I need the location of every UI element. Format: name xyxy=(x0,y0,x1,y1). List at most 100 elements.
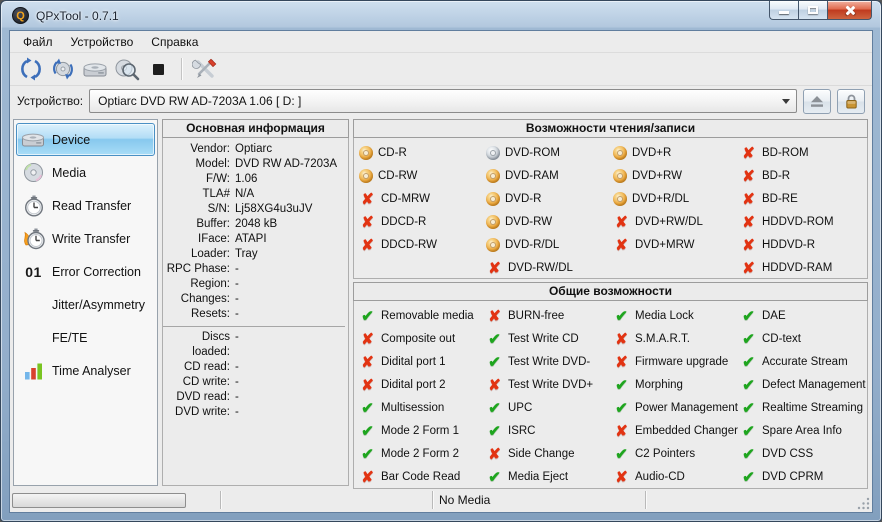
capability-item: Side Change xyxy=(486,442,613,465)
capability-item: BD-RE xyxy=(740,187,867,210)
info-row: DVD write: - xyxy=(163,405,345,420)
capability-item: DVD+R xyxy=(613,141,740,164)
info-row-value: - xyxy=(235,308,239,320)
info-row: IFace: ATAPI xyxy=(163,232,345,247)
info-row-value: Tray xyxy=(235,248,258,260)
capability-item: HDDVD-ROM xyxy=(740,210,867,233)
capability-label: BURN-free xyxy=(508,309,565,322)
sidebar-item-device[interactable]: Device xyxy=(16,123,155,156)
eject-button[interactable] xyxy=(803,88,831,114)
capability-item: DVD+RW/DL xyxy=(613,210,740,233)
capability-status-icon xyxy=(613,308,630,324)
rw-col-dvd-plus: DVD+R DVD+RW DVD+R/DL ✘ DVD+RW/DL ✘ DVD+… xyxy=(613,141,740,279)
capability-item: Didital port 1 xyxy=(359,350,486,373)
info-row-value: - xyxy=(235,331,239,343)
sidebar: Device Media Read Transfer Write Transfe… xyxy=(13,119,158,486)
capability-item: CD-text xyxy=(740,327,867,350)
scan-media-button[interactable] xyxy=(112,55,141,83)
capability-item: Composite out xyxy=(359,327,486,350)
titlebar[interactable]: Q QPxTool - 0.7.1 xyxy=(1,1,881,30)
capability-status-icon xyxy=(740,446,757,462)
capability-status-icon xyxy=(740,308,757,324)
capability-item: Mode 2 Form 1 xyxy=(359,419,486,442)
capability-label: Test Write CD xyxy=(508,332,579,345)
capabilities-column: Возможности чтения/записи CD-R CD-RW ✘ C… xyxy=(353,119,868,489)
capability-label: HDDVD-RAM xyxy=(762,261,833,274)
info-row-label: DVD read: xyxy=(176,391,230,403)
info-row-value: - xyxy=(235,293,239,305)
digits-01-icon: 01 xyxy=(25,263,42,280)
gen-col-2: BURN-free Test Write CD Test xyxy=(486,304,613,488)
sidebar-item-write-transfer[interactable]: Write Transfer xyxy=(16,222,155,255)
info-row: Discs loaded: - xyxy=(163,330,345,360)
preferences-button[interactable] xyxy=(190,55,219,83)
sidebar-item-time-analyser[interactable]: Time Analyser xyxy=(16,354,155,387)
capability-label: HDDVD-R xyxy=(762,238,816,251)
capability-status-icon xyxy=(486,145,500,160)
sidebar-item-error-correction[interactable]: 01 Error Correction xyxy=(16,255,155,288)
menu-item-device[interactable]: Устройство xyxy=(62,32,143,52)
capability-label: DVD-ROM xyxy=(505,146,560,159)
menu-item-file[interactable]: Файл xyxy=(14,32,62,52)
capability-label: DVD+R/DL xyxy=(632,192,690,205)
capability-item: DDCD-R xyxy=(359,210,486,233)
menu-item-help[interactable]: Справка xyxy=(142,32,207,52)
progress-bar xyxy=(12,492,186,508)
device-select-value: Optiarc DVD RW AD-7203A 1.06 [ D: ] xyxy=(98,94,302,108)
capability-label: BD-R xyxy=(762,169,791,182)
capability-item: CD-RW xyxy=(359,164,486,187)
info-row-label: Buffer: xyxy=(196,218,230,230)
info-row-value: Optiarc xyxy=(235,143,273,155)
capability-status-icon xyxy=(359,145,373,160)
sidebar-item-label: Time Analyser xyxy=(52,363,131,378)
gen-col-1: Removable media Composite out xyxy=(359,304,486,488)
close-button[interactable] xyxy=(827,1,872,20)
capability-item: DVD+MRW xyxy=(613,233,740,256)
capability-item: Accurate Stream xyxy=(740,350,867,373)
capability-status-icon xyxy=(359,400,376,416)
info-row-value: DVD RW AD-7203A xyxy=(235,158,338,170)
capability-status-icon xyxy=(613,331,630,347)
capability-status-icon xyxy=(740,423,757,439)
window-title: QPxTool - 0.7.1 xyxy=(36,8,119,23)
capability-status-icon xyxy=(613,237,630,253)
crossed-tools-icon xyxy=(191,58,216,78)
sidebar-item-read-transfer[interactable]: Read Transfer xyxy=(16,189,155,222)
gen-col-4: DAE CD-text Accurate Stream xyxy=(740,304,867,488)
capability-label: CD-text xyxy=(762,332,801,345)
sidebar-item-jitter-asymmetry[interactable]: Jitter/Asymmetry xyxy=(16,288,155,321)
disc-icon xyxy=(20,162,47,183)
info-row-label: Changes: xyxy=(180,293,230,305)
info-row: Resets: - xyxy=(163,307,345,322)
maximize-button[interactable] xyxy=(798,1,827,20)
resize-grip[interactable] xyxy=(857,497,870,510)
minimize-button[interactable] xyxy=(769,1,798,20)
info-separator xyxy=(163,326,345,327)
refresh-media-button[interactable] xyxy=(48,55,77,83)
sidebar-item-fe-te[interactable]: FE/TE xyxy=(16,321,155,354)
toolbar xyxy=(10,53,872,86)
capability-item: DVD-R xyxy=(486,187,613,210)
stop-button[interactable] xyxy=(144,55,173,83)
capability-item: DVD-RAM xyxy=(486,164,613,187)
menubar: Файл Устройство Справка xyxy=(10,31,872,53)
capability-status-icon xyxy=(613,214,630,230)
capability-label: DVD-R/DL xyxy=(505,238,560,251)
drive-button[interactable] xyxy=(80,55,109,83)
capability-item: Realtime Streaming xyxy=(740,396,867,419)
capability-label: DVD CPRM xyxy=(762,470,824,483)
capability-item: Firmware upgrade xyxy=(613,350,740,373)
capability-item: DVD CSS xyxy=(740,442,867,465)
rescan-devices-button[interactable] xyxy=(16,55,45,83)
capability-status-icon xyxy=(486,191,500,206)
sidebar-item-media[interactable]: Media xyxy=(16,156,155,189)
refresh-disc-icon xyxy=(52,58,73,80)
sidebar-item-label: Error Correction xyxy=(52,264,141,279)
lock-button[interactable] xyxy=(837,88,865,114)
info-row-value: - xyxy=(235,376,239,388)
device-select[interactable]: Optiarc DVD RW AD-7203A 1.06 [ D: ] xyxy=(89,89,797,113)
capability-status-icon xyxy=(740,237,757,253)
capability-status-icon xyxy=(486,237,500,252)
info-row-label: Region: xyxy=(190,278,230,290)
toolbar-separator xyxy=(181,58,182,80)
